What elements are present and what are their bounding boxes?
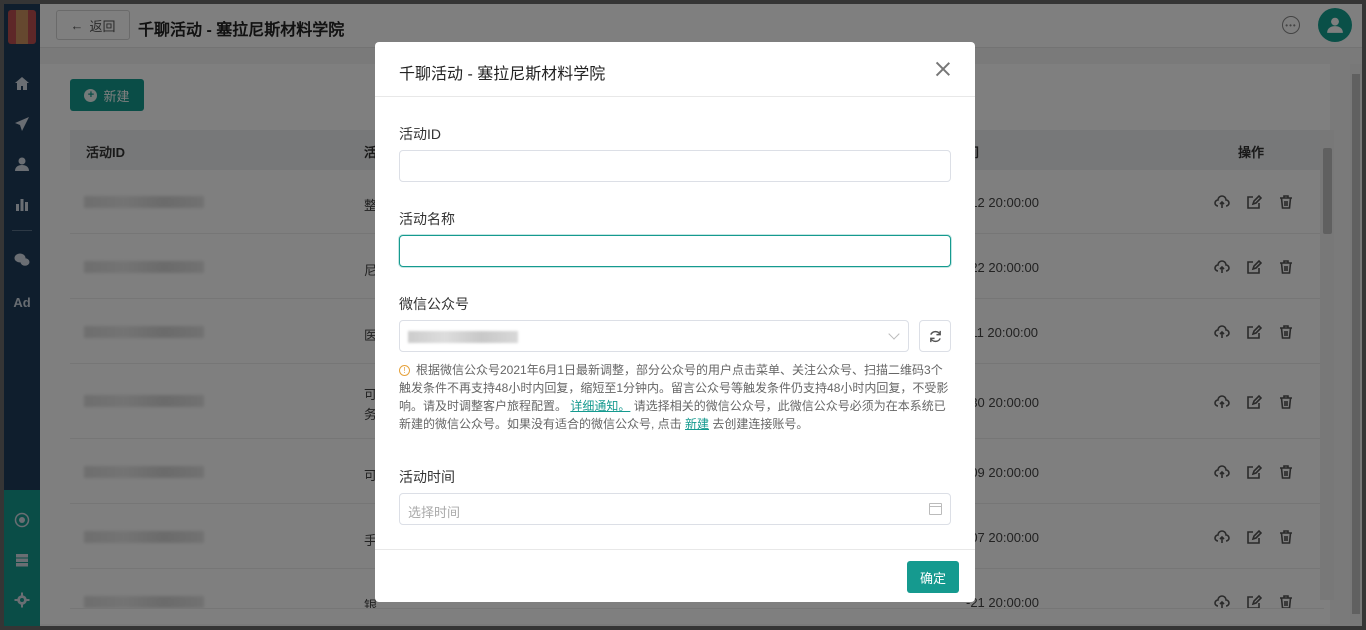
- wechat-account-label: 微信公众号: [399, 296, 469, 312]
- notice-text-c: 去创建连接账号。: [712, 417, 809, 431]
- warning-icon: !: [399, 365, 410, 376]
- refresh-button[interactable]: [919, 320, 951, 352]
- detail-notice-link[interactable]: 详细通知。: [570, 399, 630, 413]
- activity-time-picker[interactable]: 选择时间: [399, 493, 951, 525]
- dialog-title: 千聊活动 - 塞拉尼斯材料学院: [399, 66, 606, 83]
- dialog-header: 千聊活动 - 塞拉尼斯材料学院: [375, 42, 975, 97]
- wechat-account-select[interactable]: [399, 320, 909, 352]
- activity-name-label: 活动名称: [399, 211, 455, 227]
- activity-id-input[interactable]: [399, 150, 951, 182]
- create-account-link[interactable]: 新建: [685, 417, 709, 431]
- refresh-icon: [929, 330, 941, 342]
- time-placeholder: 选择时间: [408, 505, 461, 520]
- dialog-footer: 确定: [375, 549, 975, 602]
- activity-dialog: 千聊活动 - 塞拉尼斯材料学院 活动ID 活动名称 微信公众号 ! 根据微信公众号…: [375, 42, 975, 602]
- close-icon[interactable]: [935, 61, 951, 77]
- activity-name-input[interactable]: [399, 235, 951, 267]
- selected-account-redacted: [408, 331, 518, 343]
- activity-time-label: 活动时间: [399, 469, 455, 485]
- confirm-button[interactable]: 确定: [907, 561, 959, 593]
- wechat-notice: ! 根据微信公众号2021年6月1日最新调整，部分公众号的用户点击菜单、关注公众号…: [399, 361, 951, 433]
- chevron-down-icon: [888, 328, 900, 340]
- activity-id-label: 活动ID: [399, 126, 441, 142]
- calendar-icon: [929, 503, 942, 515]
